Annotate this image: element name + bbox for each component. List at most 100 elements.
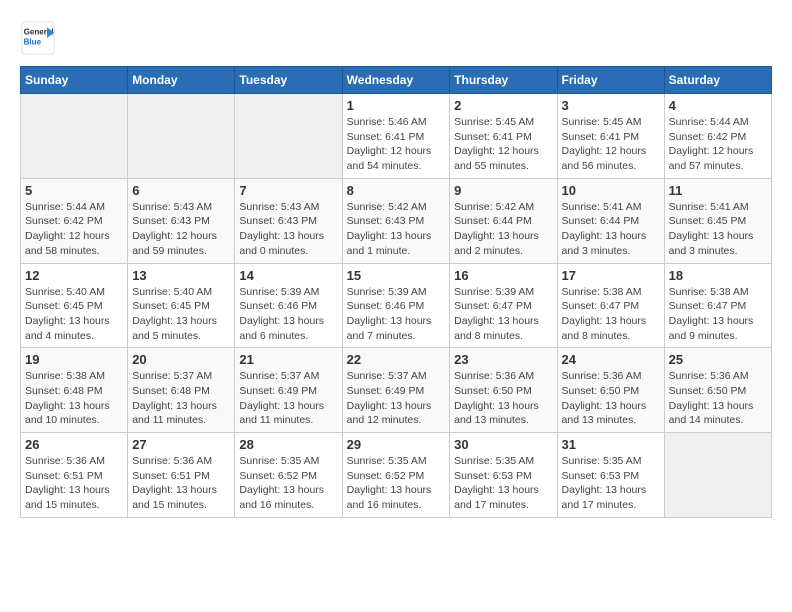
logo: General Blue <box>20 20 60 56</box>
calendar-week-2: 5 Sunrise: 5:44 AM Sunset: 6:42 PM Daylig… <box>21 178 772 263</box>
svg-text:Blue: Blue <box>24 37 42 46</box>
day-number: 17 <box>562 268 660 283</box>
header-monday: Monday <box>128 67 235 94</box>
day-number: 16 <box>454 268 552 283</box>
day-info: Sunrise: 5:35 AM Sunset: 6:52 PM Dayligh… <box>347 454 446 513</box>
day-info: Sunrise: 5:37 AM Sunset: 6:49 PM Dayligh… <box>347 369 446 428</box>
day-number: 5 <box>25 183 123 198</box>
day-info: Sunrise: 5:42 AM Sunset: 6:43 PM Dayligh… <box>347 200 446 259</box>
day-number: 18 <box>669 268 767 283</box>
day-number: 7 <box>239 183 337 198</box>
calendar-header-row: SundayMondayTuesdayWednesdayThursdayFrid… <box>21 67 772 94</box>
day-number: 10 <box>562 183 660 198</box>
day-number: 23 <box>454 352 552 367</box>
header-tuesday: Tuesday <box>235 67 342 94</box>
calendar-cell: 22 Sunrise: 5:37 AM Sunset: 6:49 PM Dayli… <box>342 348 450 433</box>
day-number: 11 <box>669 183 767 198</box>
calendar-cell: 6 Sunrise: 5:43 AM Sunset: 6:43 PM Daylig… <box>128 178 235 263</box>
day-info: Sunrise: 5:38 AM Sunset: 6:48 PM Dayligh… <box>25 369 123 428</box>
calendar-cell: 7Sunrise: 5:43 AM Sunset: 6:43 PM Daylig… <box>235 178 342 263</box>
day-number: 6 <box>132 183 230 198</box>
day-info: Sunrise: 5:41 AM Sunset: 6:44 PM Dayligh… <box>562 200 660 259</box>
day-info: Sunrise: 5:36 AM Sunset: 6:50 PM Dayligh… <box>669 369 767 428</box>
day-info: Sunrise: 5:37 AM Sunset: 6:49 PM Dayligh… <box>239 369 337 428</box>
day-info: Sunrise: 5:37 AM Sunset: 6:48 PM Dayligh… <box>132 369 230 428</box>
calendar-cell <box>235 94 342 179</box>
day-number: 19 <box>25 352 123 367</box>
calendar-cell: 9 Sunrise: 5:42 AM Sunset: 6:44 PM Daylig… <box>450 178 557 263</box>
day-number: 25 <box>669 352 767 367</box>
day-number: 12 <box>25 268 123 283</box>
day-number: 21 <box>239 352 337 367</box>
day-info: Sunrise: 5:36 AM Sunset: 6:50 PM Dayligh… <box>454 369 552 428</box>
day-number: 3 <box>562 98 660 113</box>
day-number: 28 <box>239 437 337 452</box>
day-info: Sunrise: 5:36 AM Sunset: 6:51 PM Dayligh… <box>25 454 123 513</box>
day-info: Sunrise: 5:38 AM Sunset: 6:47 PM Dayligh… <box>669 285 767 344</box>
calendar-cell: 16 Sunrise: 5:39 AM Sunset: 6:47 PM Dayli… <box>450 263 557 348</box>
day-info: Sunrise: 5:35 AM Sunset: 6:53 PM Dayligh… <box>562 454 660 513</box>
day-info: Sunrise: 5:40 AM Sunset: 6:45 PM Dayligh… <box>25 285 123 344</box>
calendar-cell: 21 Sunrise: 5:37 AM Sunset: 6:49 PM Dayli… <box>235 348 342 433</box>
calendar-cell: 18 Sunrise: 5:38 AM Sunset: 6:47 PM Dayli… <box>664 263 771 348</box>
day-info: Sunrise: 5:46 AM Sunset: 6:41 PM Dayligh… <box>347 115 446 174</box>
calendar-cell <box>128 94 235 179</box>
day-info: Sunrise: 5:39 AM Sunset: 6:46 PM Dayligh… <box>239 285 337 344</box>
calendar-cell: 23 Sunrise: 5:36 AM Sunset: 6:50 PM Dayli… <box>450 348 557 433</box>
calendar-cell: 31 Sunrise: 5:35 AM Sunset: 6:53 PM Dayli… <box>557 433 664 518</box>
calendar-cell: 30 Sunrise: 5:35 AM Sunset: 6:53 PM Dayli… <box>450 433 557 518</box>
day-number: 29 <box>347 437 446 452</box>
day-info: Sunrise: 5:43 AM Sunset: 6:43 PM Dayligh… <box>132 200 230 259</box>
calendar-cell: 14 Sunrise: 5:39 AM Sunset: 6:46 PM Dayli… <box>235 263 342 348</box>
day-number: 26 <box>25 437 123 452</box>
calendar-cell <box>664 433 771 518</box>
calendar-cell: 1 Sunrise: 5:46 AM Sunset: 6:41 PM Daylig… <box>342 94 450 179</box>
day-info: Sunrise: 5:39 AM Sunset: 6:47 PM Dayligh… <box>454 285 552 344</box>
day-info: Sunrise: 5:39 AM Sunset: 6:46 PM Dayligh… <box>347 285 446 344</box>
calendar-cell: 15 Sunrise: 5:39 AM Sunset: 6:46 PM Dayli… <box>342 263 450 348</box>
header-thursday: Thursday <box>450 67 557 94</box>
day-info: Sunrise: 5:36 AM Sunset: 6:50 PM Dayligh… <box>562 369 660 428</box>
calendar-week-4: 19 Sunrise: 5:38 AM Sunset: 6:48 PM Dayli… <box>21 348 772 433</box>
calendar-cell: 8 Sunrise: 5:42 AM Sunset: 6:43 PM Daylig… <box>342 178 450 263</box>
day-info: Sunrise: 5:44 AM Sunset: 6:42 PM Dayligh… <box>25 200 123 259</box>
calendar-cell: 11 Sunrise: 5:41 AM Sunset: 6:45 PM Dayli… <box>664 178 771 263</box>
day-info: Sunrise: 5:35 AM Sunset: 6:53 PM Dayligh… <box>454 454 552 513</box>
day-number: 22 <box>347 352 446 367</box>
calendar-cell: 17 Sunrise: 5:38 AM Sunset: 6:47 PM Dayli… <box>557 263 664 348</box>
calendar-cell: 19 Sunrise: 5:38 AM Sunset: 6:48 PM Dayli… <box>21 348 128 433</box>
calendar-cell: 5 Sunrise: 5:44 AM Sunset: 6:42 PM Daylig… <box>21 178 128 263</box>
calendar-cell <box>21 94 128 179</box>
day-number: 24 <box>562 352 660 367</box>
calendar-cell: 12 Sunrise: 5:40 AM Sunset: 6:45 PM Dayli… <box>21 263 128 348</box>
day-number: 9 <box>454 183 552 198</box>
calendar-cell: 26 Sunrise: 5:36 AM Sunset: 6:51 PM Dayli… <box>21 433 128 518</box>
calendar-cell: 4Sunrise: 5:44 AM Sunset: 6:42 PM Daylig… <box>664 94 771 179</box>
calendar-cell: 27Sunrise: 5:36 AM Sunset: 6:51 PM Dayli… <box>128 433 235 518</box>
calendar-cell: 20Sunrise: 5:37 AM Sunset: 6:48 PM Dayli… <box>128 348 235 433</box>
day-info: Sunrise: 5:42 AM Sunset: 6:44 PM Dayligh… <box>454 200 552 259</box>
calendar-cell: 25 Sunrise: 5:36 AM Sunset: 6:50 PM Dayli… <box>664 348 771 433</box>
day-info: Sunrise: 5:35 AM Sunset: 6:52 PM Dayligh… <box>239 454 337 513</box>
day-number: 8 <box>347 183 446 198</box>
day-info: Sunrise: 5:41 AM Sunset: 6:45 PM Dayligh… <box>669 200 767 259</box>
calendar-cell: 29 Sunrise: 5:35 AM Sunset: 6:52 PM Dayli… <box>342 433 450 518</box>
day-number: 13 <box>132 268 230 283</box>
calendar-cell: 13 Sunrise: 5:40 AM Sunset: 6:45 PM Dayli… <box>128 263 235 348</box>
header-sunday: Sunday <box>21 67 128 94</box>
day-number: 14 <box>239 268 337 283</box>
day-number: 15 <box>347 268 446 283</box>
day-number: 1 <box>347 98 446 113</box>
day-info: Sunrise: 5:45 AM Sunset: 6:41 PM Dayligh… <box>562 115 660 174</box>
header-saturday: Saturday <box>664 67 771 94</box>
day-number: 30 <box>454 437 552 452</box>
header-wednesday: Wednesday <box>342 67 450 94</box>
day-info: Sunrise: 5:38 AM Sunset: 6:47 PM Dayligh… <box>562 285 660 344</box>
logo-icon: General Blue <box>20 20 56 56</box>
day-info: Sunrise: 5:40 AM Sunset: 6:45 PM Dayligh… <box>132 285 230 344</box>
calendar-cell: 10 Sunrise: 5:41 AM Sunset: 6:44 PM Dayli… <box>557 178 664 263</box>
calendar-cell: 28 Sunrise: 5:35 AM Sunset: 6:52 PM Dayli… <box>235 433 342 518</box>
day-info: Sunrise: 5:45 AM Sunset: 6:41 PM Dayligh… <box>454 115 552 174</box>
day-number: 31 <box>562 437 660 452</box>
calendar-cell: 3 Sunrise: 5:45 AM Sunset: 6:41 PM Daylig… <box>557 94 664 179</box>
